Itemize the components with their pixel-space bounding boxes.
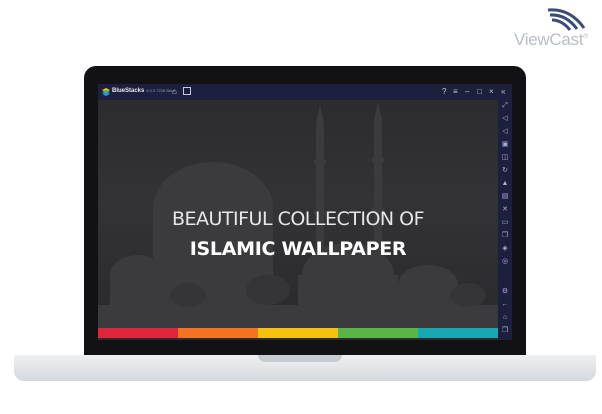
apk-icon[interactable]: ✕: [501, 206, 509, 214]
home-icon[interactable]: ⌂: [172, 87, 177, 97]
keyboard-icon[interactable]: ▣: [501, 141, 509, 149]
bluestacks-sidebar: ⤢ ◁ ◁ ▣ ◫ ↻ ▲ ▤ ✕ ▭ ❐ ◈ ◎ ⚙ ← ⌂ ❐: [498, 100, 512, 340]
collapse-sidebar-icon[interactable]: «: [501, 86, 505, 98]
volume-down-icon[interactable]: ◁: [501, 128, 509, 136]
multi-instance-icon[interactable]: ❐: [501, 232, 509, 240]
headline-line1: BEAUTIFUL COLLECTION OF: [171, 208, 425, 230]
laptop-screen: BlueStacks5.0.0.7228 Beta ⌂ ? ≡ – □ × «: [98, 84, 512, 340]
shake-icon[interactable]: ▲: [501, 180, 509, 188]
home-icon[interactable]: ⌂: [501, 314, 509, 322]
multi-instance-icon[interactable]: [183, 87, 191, 95]
stripe-yellow: [258, 328, 338, 338]
stripe-green: [338, 328, 418, 338]
back-icon[interactable]: ←: [501, 301, 509, 309]
headline-line2: ISLAMIC WALLPAPER: [189, 238, 407, 260]
laptop-notch: [258, 355, 342, 362]
screenshot-icon[interactable]: ◫: [501, 154, 509, 162]
recent-apps-icon[interactable]: ❐: [501, 327, 509, 335]
broadcast-waves-icon: [547, 8, 586, 31]
menu-icon[interactable]: ≡: [453, 86, 458, 98]
macro-icon[interactable]: ▤: [501, 193, 509, 201]
folder-icon[interactable]: ▭: [501, 219, 509, 227]
stripe-orange: [178, 328, 258, 338]
close-icon[interactable]: ×: [489, 86, 494, 98]
stripe-teal: [418, 328, 498, 338]
rotate-icon[interactable]: ↻: [501, 167, 509, 175]
help-icon[interactable]: ?: [442, 86, 446, 98]
viewcast-logo: ViewCast®: [502, 6, 588, 50]
fullscreen-icon[interactable]: ⤢: [501, 102, 509, 110]
volume-up-icon[interactable]: ◁: [501, 115, 509, 123]
maximize-icon[interactable]: □: [477, 86, 482, 98]
settings-icon[interactable]: ⚙: [501, 288, 509, 296]
location-icon[interactable]: ◎: [501, 258, 509, 266]
bluestacks-title-bar: BlueStacks 5.0.0.7228 Beta ⌂ ? ≡ – □ × «: [98, 84, 512, 100]
color-stripe: [98, 328, 498, 338]
bluestacks-logo-icon: [102, 88, 110, 96]
app-content: BEAUTIFUL COLLECTION OF ISLAMIC WALLPAPE…: [98, 100, 498, 328]
viewcast-wordmark: ViewCast®: [514, 30, 588, 49]
stripe-red: [98, 328, 178, 338]
eco-mode-icon[interactable]: ◈: [501, 245, 509, 253]
minimize-icon[interactable]: –: [465, 86, 469, 98]
app-title: BlueStacks 5.0.0.7228 Beta: [112, 88, 175, 94]
